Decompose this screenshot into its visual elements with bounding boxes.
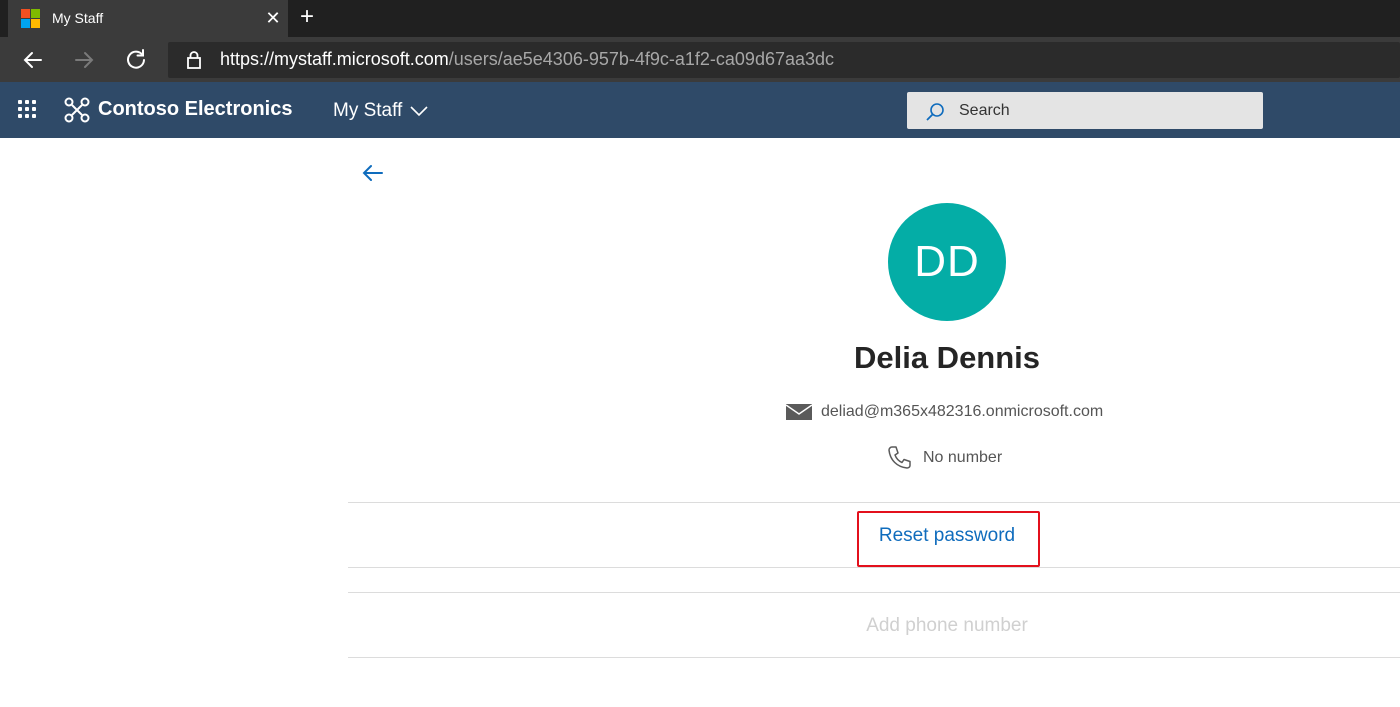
- lock-icon: [187, 51, 201, 69]
- url-domain: https://mystaff.microsoft.com: [220, 49, 449, 69]
- forward-button[interactable]: [70, 46, 98, 74]
- highlight-box: [857, 511, 1040, 567]
- phone-row: No number: [886, 444, 1002, 471]
- avatar: DD: [888, 203, 1006, 321]
- address-bar[interactable]: https://mystaff.microsoft.com/users/ae5e…: [168, 42, 1400, 78]
- waffle-icon[interactable]: [18, 100, 38, 120]
- avatar-initials: DD: [914, 237, 980, 286]
- microsoft-logo-icon: [21, 9, 40, 28]
- tab-title: My Staff: [52, 10, 104, 26]
- browser-toolbar: https://mystaff.microsoft.com/users/ae5e…: [0, 37, 1400, 82]
- divider: [348, 592, 1400, 593]
- back-button[interactable]: [19, 46, 47, 74]
- divider: [348, 502, 1400, 503]
- app-header: Contoso Electronics My Staff Search: [0, 82, 1400, 138]
- user-phone: No number: [923, 448, 1003, 466]
- back-icon: [23, 52, 42, 68]
- brand-name: Contoso Electronics: [98, 98, 293, 120]
- user-email: deliad@m365x482316.onmicrosoft.com: [821, 403, 1104, 420]
- browser-tab-strip: My Staff ✕ +: [0, 0, 1400, 37]
- user-name: Delia Dennis: [853, 340, 1041, 375]
- search-box[interactable]: Search: [907, 92, 1263, 129]
- url-text: https://mystaff.microsoft.com/users/ae5e…: [220, 49, 834, 70]
- new-tab-button[interactable]: +: [293, 4, 321, 30]
- refresh-icon: [127, 49, 145, 69]
- back-arrow-icon: [362, 165, 383, 181]
- my-staff-label: My Staff: [333, 100, 403, 121]
- refresh-button[interactable]: [122, 46, 150, 74]
- url-path: /users/ae5e4306-957b-4f9c-a1f2-ca09d67aa…: [448, 49, 835, 69]
- forward-icon: [75, 52, 94, 68]
- divider: [348, 657, 1400, 658]
- tab-close-icon[interactable]: ✕: [262, 7, 284, 29]
- email-row: deliad@m365x482316.onmicrosoft.com: [786, 403, 1103, 421]
- browser-tab[interactable]: My Staff ✕: [8, 0, 288, 37]
- my-staff-menu[interactable]: My Staff: [333, 100, 428, 122]
- chevron-down-icon: [410, 106, 428, 117]
- back-link[interactable]: [360, 160, 386, 186]
- mail-icon: [786, 404, 812, 420]
- phone-icon: [888, 446, 911, 469]
- add-phone-number-button[interactable]: Add phone number: [747, 615, 1147, 637]
- search-icon: [926, 103, 944, 121]
- divider: [348, 567, 1400, 568]
- search-placeholder: Search: [959, 102, 1010, 119]
- contoso-logo-icon: [64, 97, 90, 123]
